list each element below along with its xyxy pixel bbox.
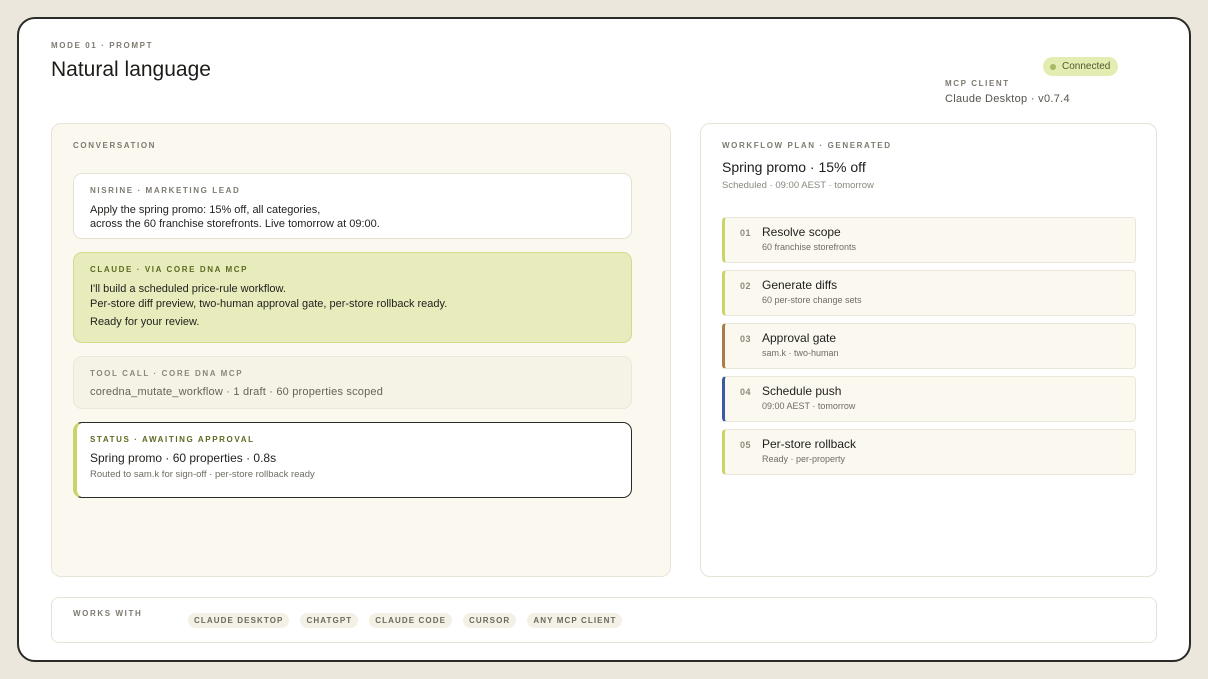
message-line: Apply the spring promo: 15% off, all cat…	[90, 204, 321, 216]
client-chip-claude-code[interactable]: CLAUDE CODE	[369, 613, 453, 628]
step-name: Approval gate	[762, 331, 837, 345]
conversation-panel: CONVERSATION NISRINE · MARKETING LEAD Ap…	[51, 123, 671, 577]
status-summary: Spring promo · 60 properties · 0.8s	[90, 451, 277, 465]
message-line: Ready for your review.	[90, 316, 200, 328]
workflow-plan-panel: WORKFLOW PLAN · GENERATED Spring promo ·…	[700, 123, 1157, 577]
message-line: across the 60 franchise storefronts. Liv…	[90, 218, 380, 230]
step-number: 03	[740, 334, 752, 344]
message-author: NISRINE · MARKETING LEAD	[90, 186, 241, 195]
mode-label: MODE 01 · PROMPT	[51, 41, 154, 50]
assistant-message: CLAUDE · VIA CORE DNA MCP I'll build a s…	[73, 252, 632, 343]
user-message: NISRINE · MARKETING LEAD Apply the sprin…	[73, 173, 632, 239]
message-line: I'll build a scheduled price-rule workfl…	[90, 283, 286, 295]
step-number: 02	[740, 281, 752, 291]
message-author: STATUS · AWAITING APPROVAL	[90, 435, 255, 444]
status-card[interactable]: STATUS · AWAITING APPROVAL Spring promo …	[73, 422, 632, 498]
workflow-step-schedule-push[interactable]: 04 Schedule push 09:00 AEST · tomorrow	[722, 376, 1136, 422]
plan-eyebrow: WORKFLOW PLAN · GENERATED	[722, 141, 892, 150]
step-description: Ready · per-property	[762, 454, 846, 464]
step-number: 05	[740, 440, 752, 450]
workflow-step-rollback[interactable]: 05 Per-store rollback Ready · per-proper…	[722, 429, 1136, 475]
client-chip-list: CLAUDE DESKTOP CHATGPT CLAUDE CODE CURSO…	[188, 613, 623, 628]
workflow-step-resolve-scope[interactable]: 01 Resolve scope 60 franchise storefront…	[722, 217, 1136, 263]
step-name: Per-store rollback	[762, 437, 857, 451]
step-name: Resolve scope	[762, 225, 841, 239]
status-dot-icon	[1050, 63, 1056, 70]
client-chip-claude-desktop[interactable]: CLAUDE DESKTOP	[188, 613, 290, 628]
mcp-client-label: MCP CLIENT	[945, 79, 1010, 88]
step-description: 60 per-store change sets	[762, 295, 862, 305]
message-line: coredna_mutate_workflow · 1 draft · 60 p…	[90, 386, 384, 398]
mcp-client-value: Claude Desktop · v0.7.4	[945, 93, 1070, 105]
status-detail: Routed to sam.k for sign-off · per-store…	[90, 469, 315, 480]
status-badge-label: Connected	[1062, 61, 1111, 72]
plan-subtitle: Scheduled · 09:00 AEST · tomorrow	[722, 180, 874, 191]
step-number: 01	[740, 228, 752, 238]
message-line: Per-store diff preview, two-human approv…	[90, 298, 448, 310]
message-author: CLAUDE · VIA CORE DNA MCP	[90, 265, 249, 274]
step-description: sam.k · two-human	[762, 348, 839, 358]
client-chip-cursor[interactable]: CURSOR	[463, 613, 517, 628]
step-number: 04	[740, 387, 752, 397]
works-with-label: WORKS WITH	[73, 609, 143, 618]
client-chip-chatgpt[interactable]: CHATGPT	[300, 613, 359, 628]
status-badge: Connected	[1043, 57, 1119, 76]
tool-call-message: TOOL CALL · CORE DNA MCP coredna_mutate_…	[73, 356, 632, 409]
step-description: 09:00 AEST · tomorrow	[762, 401, 856, 411]
plan-title: Spring promo · 15% off	[722, 159, 866, 175]
page-title: Natural language	[51, 58, 211, 81]
step-name: Schedule push	[762, 384, 842, 398]
step-description: 60 franchise storefronts	[762, 242, 857, 252]
workflow-step-generate-diffs[interactable]: 02 Generate diffs 60 per-store change se…	[722, 270, 1136, 316]
message-author: TOOL CALL · CORE DNA MCP	[90, 369, 244, 378]
client-chip-any-mcp-client[interactable]: ANY MCP CLIENT	[527, 613, 623, 628]
workflow-step-approval-gate[interactable]: 03 Approval gate sam.k · two-human	[722, 323, 1136, 369]
step-name: Generate diffs	[762, 278, 838, 292]
conversation-title: CONVERSATION	[73, 141, 157, 150]
works-with-bar: WORKS WITH CLAUDE DESKTOP CHATGPT CLAUDE…	[51, 597, 1157, 643]
